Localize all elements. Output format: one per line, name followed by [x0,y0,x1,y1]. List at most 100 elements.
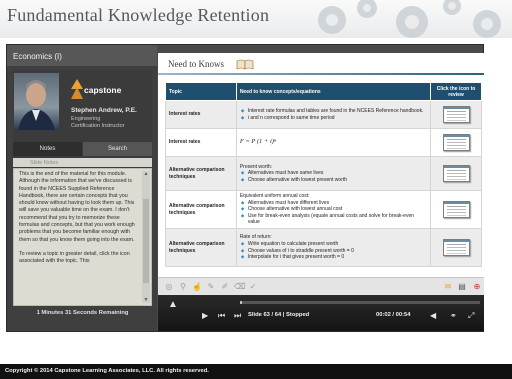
review-thumbnail-icon[interactable] [442,239,470,256]
progress-bar[interactable] [240,301,480,304]
mail-icon[interactable]: ✉ [442,281,454,293]
eye-icon[interactable]: ◎ [164,282,174,292]
table-row: Interest rates Interest rate formulas an… [165,100,482,129]
progress-fill [240,301,243,304]
concept-intro: Present worth: [239,163,273,170]
zoom-icon[interactable]: ⚲ [178,282,188,292]
table-row: Interest rates F = P (1 + i)ⁿ [165,128,482,157]
tab-notes[interactable]: Notes [13,142,82,156]
copyright-text: Copyright © 2014 Capstone Learning Assoc… [5,368,209,374]
bullet-item: Choose alternative with lowest present w… [240,177,427,184]
header-divider [158,73,484,75]
logo-text: capstone [84,85,122,95]
player-frame: Economics (I) capstone Stephen Andrew, P… [6,44,484,332]
tab-search[interactable]: Search [83,142,152,156]
topic-cell: Alternative comparison techniques [165,228,237,267]
presenter-name: Stephen Andrew, P.E. [71,107,137,114]
bullet-item: Use for break-even analysis (equate annu… [240,213,427,226]
concept-cell: Equivalent uniform annual cost: Alternat… [235,190,432,229]
concept-intro: Rate of return: [239,234,272,241]
bullet-item: Interest rate formulas and tables are fo… [240,108,427,115]
play-icon[interactable]: ▶ [202,311,208,320]
bullet-item: i and n correspond to same time period [240,115,427,122]
table-row: Alternative comparison techniques Rate o… [165,228,482,267]
notes-heading: Slide Notes [13,158,152,167]
annotation-toolbar: ◎ ⚲ ☝ ✎ ✐ ⌫ ✓ ✉ ▤ ⊕ [158,277,484,295]
bullet-item: Choose alternative with lowest annual co… [240,206,427,213]
bullet-item: Alternatives must have same lives [240,170,427,177]
presenter-title-line2: Certification Instructor [71,123,125,129]
highlighter-icon[interactable]: ✐ [220,282,230,292]
scroll-up-icon[interactable]: ▲ [143,171,149,177]
topic-cell: Interest rates [165,100,237,129]
slide-header: Need to Knows [158,53,484,73]
column-header: Need to know concepts/equations [235,82,432,101]
review-thumbnail-icon[interactable] [442,134,470,151]
column-header: Topic [165,82,237,101]
footer: Copyright © 2014 Capstone Learning Assoc… [0,364,512,379]
player-controls: ▲ ▶ ⏮ ⏭ Slide 63 / 64 | Stopped 00:02 / … [158,295,484,331]
help-icon[interactable]: ⊕ [471,281,483,293]
sidebar-tabs: Notes Search [13,142,152,156]
review-thumbnail-icon[interactable] [442,165,470,182]
menu-triangle-icon[interactable]: ▲ [168,299,178,310]
bullet-item: Alternatives must have different lives [240,200,427,207]
review-cell [430,228,482,267]
open-book-icon [236,59,254,70]
slide-status: Slide 63 / 64 | Stopped [248,312,310,318]
concept-cell: Present worth: Alternatives must have sa… [235,156,432,191]
column-header: Click the icon to review [430,82,482,101]
review-thumbnail-icon[interactable] [442,201,470,218]
presenter-photo [14,73,59,130]
time-remaining: 1 Minutes 31 Seconds Remaining [36,310,129,316]
notes-paragraph: To review a topic in greater detail, cli… [19,250,130,265]
scrollbar-thumb[interactable] [143,199,149,283]
logo-mark-icon [71,79,83,99]
window-title: Fundamental Knowledge Retention [7,5,270,25]
review-cell [430,128,482,157]
scroll-down-icon[interactable]: ▼ [143,297,149,303]
bullet-item: Write equation to calculate present wort… [240,241,427,248]
pointer-icon[interactable]: ☝ [192,282,202,292]
review-cell [430,190,482,229]
concept-cell: Interest rate formulas and tables are fo… [235,100,432,129]
notes-panel[interactable]: This is the end of the material for this… [13,168,152,306]
title-bar: Fundamental Knowledge Retention [0,0,512,38]
pen-icon[interactable]: ✎ [206,282,216,292]
table-header-row: Topic Need to know concepts/equations Cl… [165,82,482,101]
need-to-know-table: Topic Need to know concepts/equations Cl… [165,82,482,267]
notes-paragraph: This is the end of the material for this… [19,171,135,243]
topic-cell: Alternative comparison techniques [165,156,237,191]
review-thumbnail-icon[interactable] [442,106,470,123]
eraser-icon[interactable]: ⌫ [234,282,245,292]
bullet-item: Interpolate for i that gives present wor… [240,254,427,261]
slide-content: Need to Knows Topic Need to know concept… [158,53,484,277]
next-icon[interactable]: ⏭ [234,311,241,321]
presenter-title-line1: Engineering [71,116,101,122]
volume-icon[interactable]: ◀ [430,311,436,320]
topic-cell: Interest rates [165,128,237,157]
table-row: Alternative comparison techniques Equiva… [165,190,482,229]
concept-cell: Rate of return: Write equation to calcul… [235,228,432,267]
previous-icon[interactable]: ⏮ [218,311,225,321]
attachment-icon[interactable]: ⚭ [450,311,457,320]
review-cell [430,156,482,191]
gears-banner-icon [318,0,501,38]
review-cell [430,100,482,129]
capstone-logo: capstone [71,78,149,102]
topic-cell: Alternative comparison techniques [165,190,237,229]
check-icon[interactable]: ✓ [248,282,258,292]
document-icon[interactable]: ▤ [456,281,468,293]
concept-cell: F = P (1 + i)ⁿ [235,128,432,157]
slide-title: Need to Knows [168,59,224,69]
course-title: Economics (I) [7,45,157,66]
concept-intro: Equivalent uniform annual cost: [239,193,310,200]
sidebar: Economics (I) capstone Stephen Andrew, P… [7,45,157,331]
notes-text: This is the end of the material for this… [19,171,139,266]
bullet-item: Choose values of i to straddle present w… [240,248,427,255]
formula: F = P (1 + i)ⁿ [239,138,276,146]
table-row: Alternative comparison techniques Presen… [165,156,482,191]
time-display: 00:02 / 00:54 [376,312,411,318]
fullscreen-icon[interactable]: ⤢ [468,311,474,321]
notes-scrollbar[interactable]: ▲ ▼ [142,171,150,303]
